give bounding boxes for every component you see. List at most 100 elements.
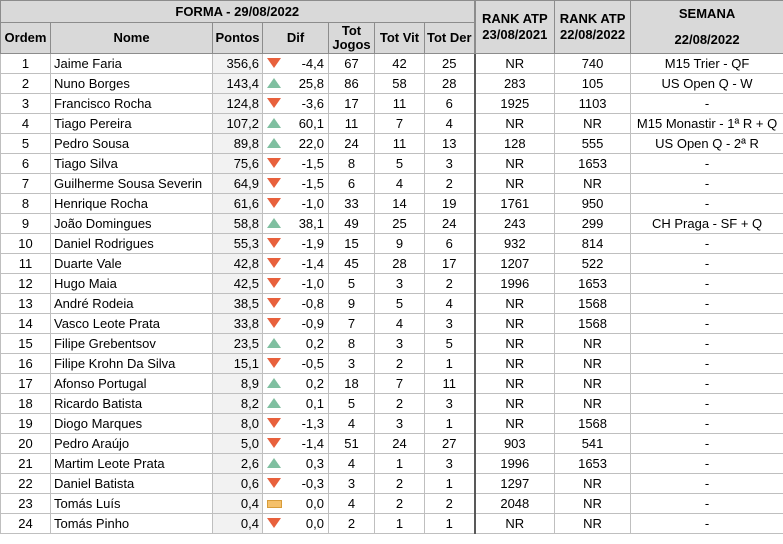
rank-2022-cell: NR bbox=[554, 333, 632, 354]
rank-2021-cell: 1297 bbox=[474, 473, 556, 494]
dif-cell: -0,8 bbox=[262, 293, 329, 314]
games-cell: 51 bbox=[328, 433, 375, 454]
rank-2021-cell: 932 bbox=[474, 233, 556, 254]
semana-cell: - bbox=[630, 173, 783, 194]
table-row: 18 Ricardo Batista 8,2 0,1 5 2 3 NR NR - bbox=[0, 393, 783, 414]
rank-2021-cell: NR bbox=[474, 513, 556, 534]
losses-cell: 1 bbox=[423, 353, 476, 374]
losses-cell: 1 bbox=[423, 413, 476, 434]
col-dif: Dif bbox=[262, 22, 329, 54]
losses-cell: 2 bbox=[423, 273, 476, 294]
trend-up-icon bbox=[267, 118, 281, 128]
table-row: 12 Hugo Maia 42,5 -1,0 5 3 2 1996 1653- bbox=[0, 273, 783, 294]
col-nome: Nome bbox=[50, 22, 213, 54]
col-ordem: Ordem bbox=[0, 22, 51, 54]
rank-2021-cell: 243 bbox=[474, 213, 556, 234]
rank-2022-cell: 1653 bbox=[554, 153, 632, 174]
losses-cell: 3 bbox=[423, 453, 476, 474]
ordem-cell: 24 bbox=[0, 513, 51, 534]
table-row: 13 André Rodeia 38,5 -0,8 9 5 4 NR 1568- bbox=[0, 293, 783, 314]
trend-up-icon bbox=[267, 338, 281, 348]
semana-cell: - bbox=[630, 233, 783, 254]
points-cell: 124,8 bbox=[212, 93, 263, 114]
table-row: 20 Pedro Araújo 5,0 -1,4 51 24 27 903 541- bbox=[0, 433, 783, 454]
losses-cell: 24 bbox=[423, 213, 476, 234]
col-tot-vit: Tot Vit bbox=[374, 22, 425, 54]
rank-2022-cell: 740 bbox=[554, 53, 632, 74]
points-cell: 0,4 bbox=[212, 513, 263, 534]
table-row: 1 Jaime Faria 356,6 -4,4 67 42 25 NR 740 M15 Trie… bbox=[0, 53, 783, 74]
rank-2022-cell: 555 bbox=[554, 133, 632, 154]
dif-cell: -4,4 bbox=[262, 53, 329, 74]
table-row: 7 Guilherme Sousa Severin 64,9 -1,5 6 4 2 NR NR - bbox=[0, 173, 783, 194]
dif-cell: -1,5 bbox=[262, 173, 329, 194]
rank-atp-2022-header: RANK ATP 22/08/2022 bbox=[554, 0, 632, 54]
rank-2022-cell: NR bbox=[554, 393, 632, 414]
semana-cell: - bbox=[630, 193, 783, 214]
name-cell: Tomás Pinho bbox=[50, 513, 213, 534]
rank-2022-cell: NR bbox=[554, 373, 632, 394]
trend-down-icon bbox=[267, 298, 281, 308]
games-cell: 5 bbox=[328, 393, 375, 414]
points-cell: 89,8 bbox=[212, 133, 263, 154]
games-cell: 3 bbox=[328, 473, 375, 494]
table-body: 1 Jaime Faria 356,6 -4,4 67 42 25 NR 740 M15 Trie… bbox=[0, 53, 783, 534]
points-cell: 61,6 bbox=[212, 193, 263, 214]
losses-cell: 5 bbox=[423, 333, 476, 354]
rank-2021-cell: 1761 bbox=[474, 193, 556, 214]
rank-2022-cell: 1568 bbox=[554, 293, 632, 314]
semana-cell: - bbox=[630, 93, 783, 114]
losses-cell: 6 bbox=[423, 93, 476, 114]
name-cell: Martim Leote Prata bbox=[50, 453, 213, 474]
rank-2022-cell: NR bbox=[554, 513, 632, 534]
dif-cell: 0,2 bbox=[262, 333, 329, 354]
points-cell: 15,1 bbox=[212, 353, 263, 374]
points-cell: 5,0 bbox=[212, 433, 263, 454]
table-row: 16 Filipe Krohn Da Silva 15,1 -0,5 3 2 1 NR NR - bbox=[0, 353, 783, 374]
points-cell: 42,5 bbox=[212, 273, 263, 294]
losses-cell: 11 bbox=[423, 373, 476, 394]
rank-2021-cell: NR bbox=[474, 173, 556, 194]
points-cell: 23,5 bbox=[212, 333, 263, 354]
rank-2021-cell: 1996 bbox=[474, 453, 556, 474]
name-cell: Hugo Maia bbox=[50, 273, 213, 294]
points-cell: 8,9 bbox=[212, 373, 263, 394]
losses-cell: 17 bbox=[423, 253, 476, 274]
points-cell: 42,8 bbox=[212, 253, 263, 274]
name-cell: João Domingues bbox=[50, 213, 213, 234]
wins-cell: 9 bbox=[374, 233, 425, 254]
col-tot-der: Tot Der bbox=[423, 22, 476, 54]
dif-cell: -1,4 bbox=[262, 253, 329, 274]
trend-down-icon bbox=[267, 178, 281, 188]
table-row: 6 Tiago Silva 75,6 -1,5 8 5 3 NR 1653- bbox=[0, 153, 783, 174]
ordem-cell: 3 bbox=[0, 93, 51, 114]
trend-down-icon bbox=[267, 258, 281, 268]
losses-cell: 3 bbox=[423, 393, 476, 414]
rank-2022-cell: 522 bbox=[554, 253, 632, 274]
games-cell: 4 bbox=[328, 493, 375, 514]
table-row: 10 Daniel Rodrigues 55,3 -1,9 15 9 6 932 814- bbox=[0, 233, 783, 254]
name-cell: Duarte Vale bbox=[50, 253, 213, 274]
name-cell: Afonso Portugal bbox=[50, 373, 213, 394]
points-cell: 8,0 bbox=[212, 413, 263, 434]
rank-2022-cell: 1568 bbox=[554, 313, 632, 334]
name-cell: Daniel Rodrigues bbox=[50, 233, 213, 254]
trend-down-icon bbox=[267, 278, 281, 288]
ordem-cell: 9 bbox=[0, 213, 51, 234]
losses-cell: 4 bbox=[423, 113, 476, 134]
points-cell: 64,9 bbox=[212, 173, 263, 194]
rank-2022-cell: 1568 bbox=[554, 413, 632, 434]
ordem-cell: 22 bbox=[0, 473, 51, 494]
rank-2021-cell: NR bbox=[474, 353, 556, 374]
games-cell: 4 bbox=[328, 453, 375, 474]
points-cell: 75,6 bbox=[212, 153, 263, 174]
wins-cell: 24 bbox=[374, 433, 425, 454]
wins-cell: 1 bbox=[374, 513, 425, 534]
table-row: 4 Tiago Pereira 107,2 60,1 11 7 4 NR NR M15 Monas… bbox=[0, 113, 783, 134]
name-cell: Daniel Batista bbox=[50, 473, 213, 494]
games-cell: 67 bbox=[328, 53, 375, 74]
games-cell: 2 bbox=[328, 513, 375, 534]
games-cell: 18 bbox=[328, 373, 375, 394]
games-cell: 9 bbox=[328, 293, 375, 314]
rank-2021-cell: NR bbox=[474, 373, 556, 394]
